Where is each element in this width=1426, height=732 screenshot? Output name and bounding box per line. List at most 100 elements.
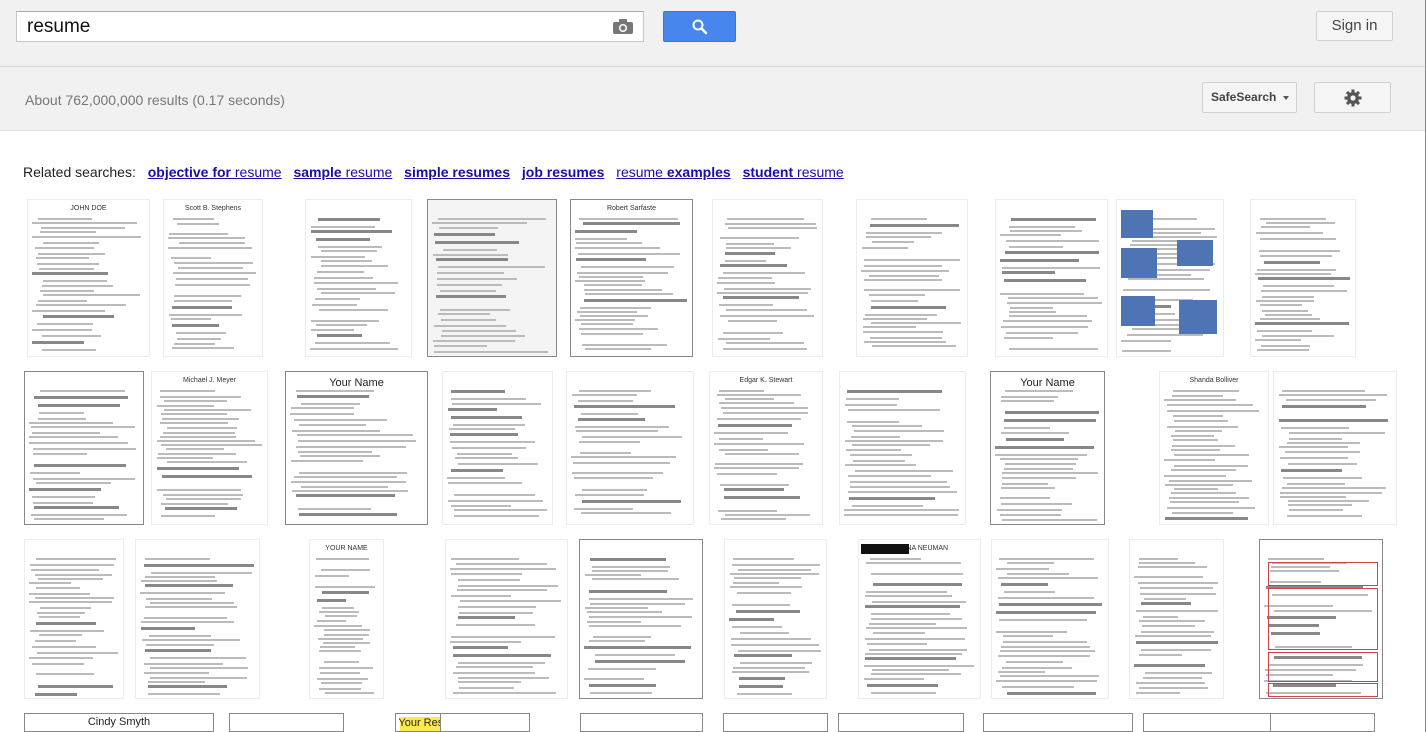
thumbnail-text-line (1009, 246, 1063, 248)
image-result-thumbnail[interactable]: Robert Sarfaste (570, 199, 693, 357)
image-result-thumbnail[interactable] (1259, 539, 1383, 699)
thumbnail-text-line (316, 238, 370, 241)
thumbnail-text-line (869, 649, 967, 651)
thumbnail-text-line (728, 227, 817, 229)
thumbnail-text-line (721, 518, 786, 520)
image-result-thumbnail[interactable] (1143, 713, 1283, 732)
thumbnail-text-line (174, 300, 232, 302)
thumbnail-text-line (317, 620, 346, 622)
thumbnail-text-line (1003, 635, 1053, 637)
thumbnail-text-line (151, 572, 252, 574)
thumbnail-text-line (176, 332, 226, 334)
thumbnail-text-line (1009, 348, 1098, 350)
image-result-thumbnail[interactable] (24, 539, 124, 699)
thumbnail-text-line (850, 481, 947, 483)
thumbnail-text-line (36, 482, 111, 484)
thumbnail-text-line (178, 267, 243, 269)
thumbnail-text-line (32, 310, 105, 312)
image-result-thumbnail[interactable] (1250, 199, 1356, 357)
image-result-thumbnail[interactable] (724, 539, 827, 699)
image-result-thumbnail[interactable] (427, 199, 557, 357)
image-result-thumbnail[interactable] (440, 713, 530, 732)
image-result-thumbnail[interactable] (580, 713, 703, 732)
image-result-thumbnail[interactable] (442, 371, 553, 525)
image-result-thumbnail[interactable] (1273, 371, 1397, 525)
thumbnail-text-line (1174, 454, 1249, 456)
thumbnail-text-line (584, 289, 662, 291)
image-result-thumbnail[interactable] (723, 713, 828, 732)
thumbnail-text-line (845, 440, 943, 442)
thumbnail-text-line (580, 452, 631, 454)
image-result-thumbnail[interactable] (839, 371, 966, 525)
thumbnail-text-line (455, 457, 518, 459)
image-result-thumbnail[interactable]: Scott B. Stephens (163, 199, 263, 357)
thumbnail-text-line (39, 412, 84, 414)
thumbnail-text-line (1255, 339, 1301, 341)
thumbnail-text-line (299, 513, 397, 516)
thumbnail-text-line (32, 341, 84, 344)
thumbnail-text-line (161, 503, 228, 505)
image-result-thumbnail[interactable] (566, 371, 694, 525)
image-result-thumbnail[interactable]: YOUR NAME (309, 539, 384, 699)
thumbnail-text-line (1136, 610, 1218, 612)
search-input[interactable] (17, 12, 607, 41)
related-search-link[interactable]: resume examples (616, 164, 730, 180)
thumbnail-text-line (728, 320, 777, 322)
image-result-thumbnail[interactable]: DONNA NEUMAN (858, 539, 981, 699)
image-result-thumbnail[interactable] (445, 539, 568, 699)
image-result-thumbnail[interactable]: Shanda Bolliver (1159, 371, 1269, 525)
related-search-link[interactable]: objective for resume (148, 164, 282, 180)
thumbnail-text-line (574, 405, 675, 408)
image-result-thumbnail[interactable] (579, 539, 703, 699)
related-search-link[interactable]: job resumes (522, 164, 604, 180)
image-result-thumbnail[interactable] (991, 539, 1109, 699)
image-result-thumbnail[interactable] (1270, 713, 1375, 732)
image-result-thumbnail[interactable]: JOHN DOE (27, 199, 150, 357)
image-result-thumbnail[interactable] (838, 713, 964, 732)
image-result-thumbnail[interactable] (983, 713, 1133, 732)
image-result-thumbnail[interactable]: Your Name (990, 371, 1105, 525)
image-result-thumbnail[interactable]: Your Name (285, 371, 428, 525)
thumbnail-text-line (739, 685, 783, 688)
thumbnail-text-line (1130, 244, 1177, 246)
thumbnail-text-line (575, 247, 660, 249)
related-search-link[interactable]: student resume (743, 164, 844, 180)
thumbnail-text-line (1002, 477, 1076, 479)
thumbnail-text-line (725, 260, 766, 262)
image-result-thumbnail[interactable]: Cindy Smyth (24, 713, 214, 732)
image-result-thumbnail[interactable] (856, 199, 968, 357)
image-result-thumbnail[interactable] (135, 539, 260, 699)
thumbnail-text-line (318, 218, 380, 221)
search-button[interactable] (663, 11, 736, 42)
related-search-link[interactable]: simple resumes (404, 164, 510, 180)
thumbnail-text-line (863, 326, 916, 328)
thumbnail-text-line (1010, 230, 1082, 232)
image-result-thumbnail[interactable] (24, 371, 144, 525)
image-result-thumbnail[interactable] (995, 199, 1108, 357)
thumbnail-text-line (160, 396, 241, 398)
image-result-thumbnail[interactable] (1129, 539, 1224, 699)
annotation-callout (1121, 210, 1153, 238)
thumbnail-text-line (588, 668, 656, 670)
image-result-thumbnail[interactable] (305, 199, 412, 357)
thumbnail-text-line (161, 413, 227, 415)
image-result-thumbnail[interactable] (1116, 199, 1224, 357)
thumbnail-text-line (459, 612, 533, 614)
thumbnail-text-line (1264, 261, 1320, 264)
settings-button[interactable] (1314, 82, 1391, 113)
camera-icon[interactable] (612, 18, 634, 35)
related-search-link[interactable]: sample resume (293, 164, 392, 180)
thumbnail-text-line (587, 621, 641, 623)
image-result-thumbnail[interactable]: Michael J. Meyer (151, 371, 268, 525)
image-result-thumbnail[interactable]: Edgar K. Stewart (709, 371, 823, 525)
thumbnail-text-line (454, 494, 535, 496)
sign-in-button[interactable]: Sign in (1316, 11, 1393, 41)
thumbnail-text-line (1140, 587, 1213, 589)
image-result-thumbnail[interactable] (712, 199, 823, 357)
safesearch-button[interactable]: SafeSearch (1202, 82, 1297, 113)
thumbnail-text-line (729, 618, 774, 621)
thumbnail-text-line (587, 611, 662, 613)
image-result-thumbnail[interactable] (229, 713, 344, 732)
thumbnail-text-line (148, 685, 227, 688)
thumbnail-text-line (726, 342, 804, 344)
